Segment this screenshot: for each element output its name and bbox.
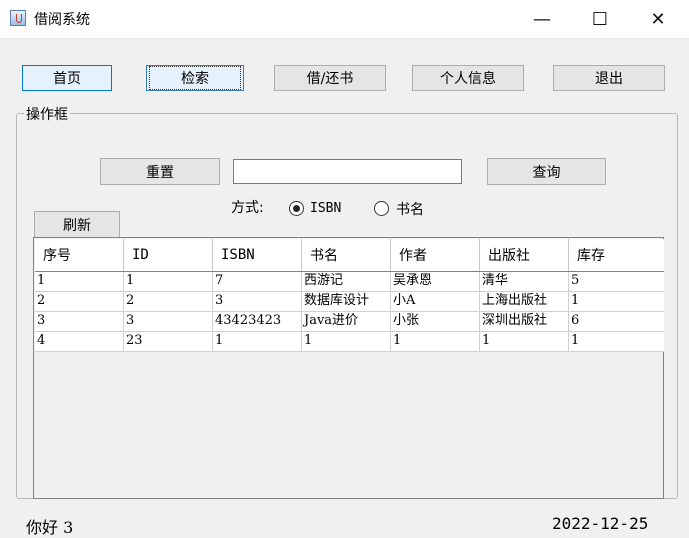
table-row[interactable]: 1 1 7 西游记 吴承恩 清华 5 bbox=[35, 272, 664, 292]
table-cell[interactable]: 3 bbox=[124, 312, 213, 331]
title-bar: 借阅系统 — ☐ ✕ bbox=[0, 0, 689, 39]
table-cell[interactable]: 1 bbox=[480, 332, 569, 351]
search-button[interactable]: 检索 bbox=[146, 65, 244, 91]
table-cell[interactable]: 1 bbox=[35, 272, 124, 291]
table-cell[interactable]: 吴承恩 bbox=[391, 272, 480, 291]
table-cell[interactable]: 4 bbox=[35, 332, 124, 351]
exit-button-label: 退出 bbox=[595, 71, 623, 87]
table-cell[interactable]: 小A bbox=[391, 292, 480, 311]
radio-isbn[interactable] bbox=[289, 201, 304, 216]
search-input[interactable] bbox=[233, 159, 462, 184]
close-window-button[interactable]: ✕ bbox=[629, 0, 687, 38]
profile-button[interactable]: 个人信息 bbox=[412, 65, 524, 91]
search-button-label: 检索 bbox=[149, 66, 241, 90]
close-icon: ✕ bbox=[650, 8, 666, 30]
table-cell[interactable]: 1 bbox=[569, 292, 660, 311]
table-cell[interactable]: 3 bbox=[35, 312, 124, 331]
borrow-return-button[interactable]: 借/还书 bbox=[274, 65, 386, 91]
table-cell[interactable]: 23 bbox=[124, 332, 213, 351]
radio-title-label[interactable]: 书名 bbox=[396, 199, 424, 219]
table-cell[interactable]: 数据库设计 bbox=[302, 292, 391, 311]
column-header[interactable]: 书名 bbox=[302, 239, 391, 271]
reset-button-label: 重置 bbox=[146, 164, 174, 181]
table-cell[interactable]: 西游记 bbox=[302, 272, 391, 291]
java-app-icon bbox=[10, 10, 26, 26]
column-header[interactable]: 库存 bbox=[569, 239, 660, 271]
radio-isbn-label[interactable]: ISBN bbox=[310, 201, 341, 216]
query-button[interactable]: 查询 bbox=[487, 158, 606, 185]
column-header[interactable]: 出版社 bbox=[480, 239, 569, 271]
table-cell[interactable]: 43423423 bbox=[213, 312, 302, 331]
profile-button-label: 个人信息 bbox=[440, 71, 496, 87]
column-header[interactable]: ID bbox=[124, 239, 213, 271]
window-title: 借阅系统 bbox=[34, 12, 90, 28]
table-cell[interactable]: 1 bbox=[302, 332, 391, 351]
radio-title[interactable] bbox=[374, 201, 389, 216]
books-table[interactable]: 序号 ID ISBN 书名 作者 出版社 库存 1 1 7 西游记 吴承恩 清华… bbox=[33, 237, 664, 499]
table-cell[interactable]: 1 bbox=[213, 332, 302, 351]
table-body: 1 1 7 西游记 吴承恩 清华 5 2 2 3 数据库设计 小A 上海出版社 … bbox=[35, 272, 664, 352]
maximize-button[interactable]: ☐ bbox=[571, 0, 629, 38]
table-cell[interactable]: 2 bbox=[35, 292, 124, 311]
table-cell[interactable]: 1 bbox=[569, 332, 660, 351]
minimize-button[interactable]: — bbox=[513, 0, 571, 38]
home-button-label: 首页 bbox=[53, 71, 81, 87]
query-button-label: 查询 bbox=[532, 164, 561, 181]
table-row[interactable]: 2 2 3 数据库设计 小A 上海出版社 1 bbox=[35, 292, 664, 312]
table-cell[interactable]: 7 bbox=[213, 272, 302, 291]
column-header[interactable]: 作者 bbox=[391, 239, 480, 271]
table-row[interactable]: 3 3 43423423 Java进价 小张 深圳出版社 6 bbox=[35, 312, 664, 332]
table-cell[interactable]: 6 bbox=[569, 312, 660, 331]
table-cell[interactable]: 深圳出版社 bbox=[480, 312, 569, 331]
greeting-text: 你好 3 bbox=[26, 518, 74, 537]
table-cell[interactable]: 上海出版社 bbox=[480, 292, 569, 311]
table-cell[interactable]: 清华 bbox=[480, 272, 569, 291]
maximize-icon: ☐ bbox=[591, 8, 609, 30]
table-cell[interactable]: 1 bbox=[391, 332, 480, 351]
table-cell[interactable]: 小张 bbox=[391, 312, 480, 331]
refresh-button[interactable]: 刷新 bbox=[34, 211, 120, 237]
minimize-icon: — bbox=[533, 8, 551, 30]
search-mode-label: 方式: bbox=[231, 200, 264, 216]
borrow-return-button-label: 借/还书 bbox=[306, 71, 354, 87]
home-button[interactable]: 首页 bbox=[22, 65, 112, 91]
table-header: 序号 ID ISBN 书名 作者 出版社 库存 bbox=[35, 239, 664, 272]
column-header[interactable]: ISBN bbox=[213, 239, 302, 271]
reset-button[interactable]: 重置 bbox=[100, 158, 220, 185]
table-cell[interactable]: 2 bbox=[124, 292, 213, 311]
table-cell[interactable]: 1 bbox=[124, 272, 213, 291]
table-cell[interactable]: Java进价 bbox=[302, 312, 391, 331]
date-text: 2022-12-25 bbox=[552, 514, 649, 533]
table-cell[interactable]: 5 bbox=[569, 272, 660, 291]
operation-panel-label: 操作框 bbox=[24, 104, 70, 124]
table-cell[interactable]: 3 bbox=[213, 292, 302, 311]
refresh-button-label: 刷新 bbox=[63, 217, 91, 234]
table-row[interactable]: 4 23 1 1 1 1 1 bbox=[35, 332, 664, 352]
exit-button[interactable]: 退出 bbox=[553, 65, 665, 91]
column-header[interactable]: 序号 bbox=[35, 239, 124, 271]
